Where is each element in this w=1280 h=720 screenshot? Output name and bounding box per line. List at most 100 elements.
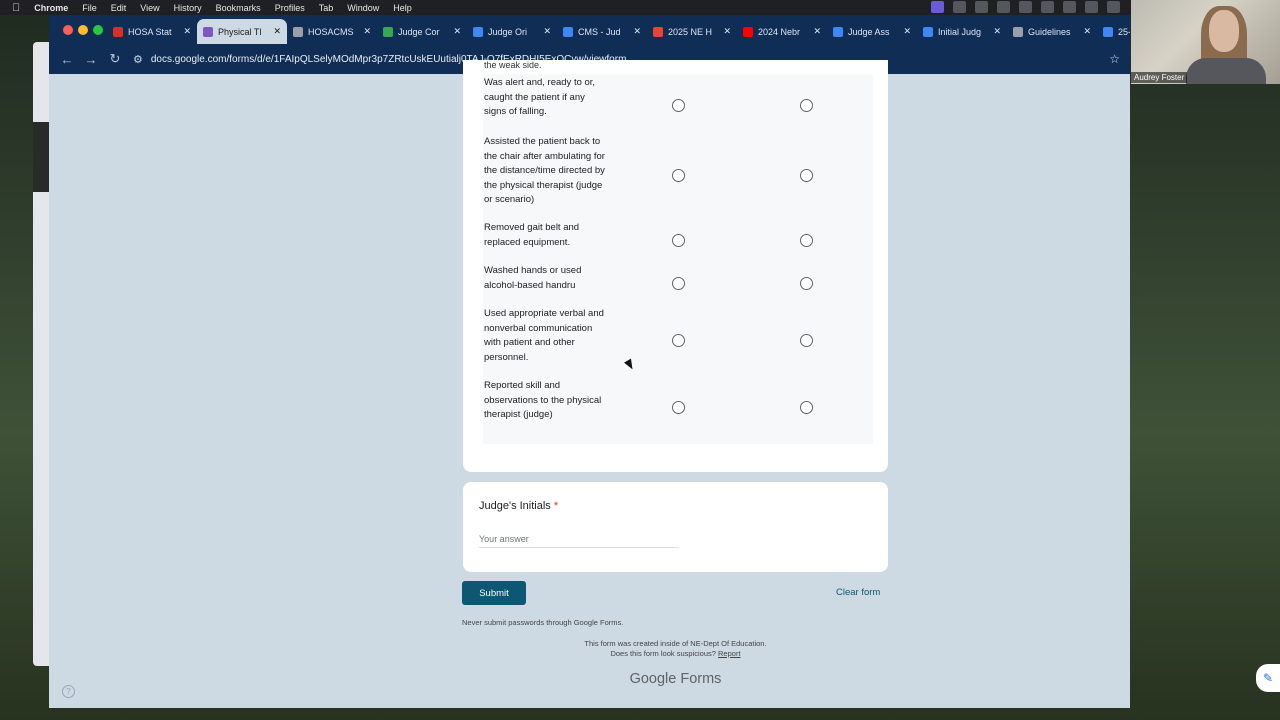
browser-tab[interactable]: Judge Cor ✕ bbox=[377, 19, 467, 44]
grid-row: Assisted the patient back to the chair a… bbox=[483, 133, 873, 219]
grid-radio-button-col2[interactable] bbox=[800, 334, 813, 347]
menu-file[interactable]: File bbox=[82, 3, 97, 13]
grid-row-label: Used appropriate verbal and nonverbal co… bbox=[484, 308, 604, 363]
menu-view[interactable]: View bbox=[140, 3, 159, 13]
status-app-icon[interactable] bbox=[1019, 1, 1032, 13]
browser-tab[interactable]: Initial Judg ✕ bbox=[917, 19, 1007, 44]
tab-close-icon[interactable]: ✕ bbox=[273, 26, 281, 37]
grid-radio-button-col1[interactable] bbox=[672, 334, 685, 347]
tab-favicon-icon bbox=[653, 26, 663, 37]
bookmark-star-icon[interactable]: ☆ bbox=[1109, 52, 1120, 66]
status-app-icon[interactable] bbox=[975, 1, 988, 13]
initials-question-title: Judge's Initials * bbox=[479, 500, 558, 512]
menu-tab[interactable]: Tab bbox=[319, 3, 334, 13]
status-app-icon[interactable] bbox=[997, 1, 1010, 13]
initials-question-card: Judge's Initials * bbox=[463, 482, 888, 572]
grid-radio-button-col1[interactable] bbox=[672, 169, 685, 182]
previous-item-fragment: the weak side. bbox=[484, 60, 542, 70]
tab-bar: HOSA Stat ✕ Physical Tl ✕ HOSACMS ✕ Judge Cor ✕… bbox=[49, 15, 1130, 44]
form-page: the weak side. Was alert and, ready to o… bbox=[49, 60, 1130, 708]
status-app-icon[interactable] bbox=[1063, 1, 1076, 13]
webcam-name-label: Audrey Foster bbox=[1131, 72, 1188, 83]
close-window-button[interactable] bbox=[63, 25, 73, 35]
menu-profiles[interactable]: Profiles bbox=[275, 3, 305, 13]
grid-radio-button-col1[interactable] bbox=[672, 276, 685, 290]
tab-favicon-icon bbox=[923, 26, 933, 37]
browser-tab[interactable]: 2024 Nebr ✕ bbox=[737, 19, 827, 44]
tab-close-icon[interactable]: ✕ bbox=[813, 26, 821, 37]
minimize-window-button[interactable] bbox=[78, 25, 88, 35]
grid-radio-button-col2[interactable] bbox=[800, 276, 813, 290]
tab-close-icon[interactable]: ✕ bbox=[363, 26, 371, 37]
browser-tab[interactable]: HOSACMS ✕ bbox=[287, 19, 377, 44]
grid-radio-button-col2[interactable] bbox=[800, 233, 813, 247]
report-link[interactable]: Report bbox=[718, 649, 741, 658]
forward-icon[interactable]: → bbox=[79, 52, 103, 67]
tab-favicon-icon bbox=[293, 26, 303, 37]
initials-question-label: Judge's Initials bbox=[479, 500, 551, 512]
browser-tab[interactable]: HOSA Stat ✕ bbox=[107, 19, 197, 44]
screen-share-icon[interactable] bbox=[931, 1, 944, 13]
radio-grid: Was alert and, ready to or, caught the p… bbox=[483, 74, 873, 444]
grid-row-label: Washed hands or used alcohol-based handr… bbox=[484, 265, 582, 291]
menu-bookmarks[interactable]: Bookmarks bbox=[216, 3, 261, 13]
status-app-icon[interactable] bbox=[953, 1, 966, 13]
grid-row: Washed hands or used alcohol-based handr… bbox=[483, 262, 873, 305]
menu-edit[interactable]: Edit bbox=[111, 3, 127, 13]
browser-tab[interactable]: 25-✕ bbox=[1097, 19, 1130, 44]
tab-label: HOSACMS bbox=[308, 26, 354, 37]
tab-close-icon[interactable]: ✕ bbox=[993, 26, 1001, 37]
tab-close-icon[interactable]: ✕ bbox=[1083, 26, 1091, 37]
tab-close-icon[interactable]: ✕ bbox=[633, 26, 641, 37]
menu-help[interactable]: Help bbox=[393, 3, 412, 13]
tab-close-icon[interactable]: ✕ bbox=[543, 26, 551, 37]
wifi-icon[interactable] bbox=[1107, 1, 1120, 13]
browser-tab[interactable]: 2025 NE H ✕ bbox=[647, 19, 737, 44]
clear-form-button[interactable]: Clear form bbox=[836, 587, 880, 598]
tab-label: Judge Ass bbox=[848, 26, 890, 37]
tab-close-icon[interactable]: ✕ bbox=[453, 26, 461, 37]
grid-row-label: Was alert and, ready to or, caught the p… bbox=[484, 77, 596, 118]
zoom-window-button[interactable] bbox=[93, 25, 103, 35]
tab-favicon-icon bbox=[1103, 26, 1113, 37]
browser-tab[interactable]: CMS - Jud ✕ bbox=[557, 19, 647, 44]
tab-label: CMS - Jud bbox=[578, 26, 621, 37]
tab-close-icon[interactable]: ✕ bbox=[723, 26, 731, 37]
menu-history[interactable]: History bbox=[174, 3, 202, 13]
reload-icon[interactable]: ↻ bbox=[103, 51, 127, 67]
grid-radio-button-col1[interactable] bbox=[672, 233, 685, 247]
menu-app-name[interactable]: Chrome bbox=[34, 3, 68, 13]
grid-row: Used appropriate verbal and nonverbal co… bbox=[483, 305, 873, 377]
browser-tab[interactable]: Judge Ass ✕ bbox=[827, 19, 917, 44]
tab-close-icon[interactable]: ✕ bbox=[903, 26, 911, 37]
menu-window[interactable]: Window bbox=[347, 3, 379, 13]
edit-pencil-icon[interactable]: ✎ bbox=[1256, 664, 1280, 692]
browser-tab[interactable]: Guidelines ✕ bbox=[1007, 19, 1097, 44]
tab-favicon-icon bbox=[743, 26, 753, 37]
tab-label: Physical Tl bbox=[218, 26, 262, 37]
grid-radio-button-col2[interactable] bbox=[800, 401, 813, 414]
tab-close-icon[interactable]: ✕ bbox=[183, 26, 191, 37]
suspicious-text: Does this form look suspicious? bbox=[610, 648, 716, 658]
status-app-icon[interactable] bbox=[1041, 1, 1054, 13]
initials-input[interactable] bbox=[479, 534, 679, 548]
tab-label: Initial Judg bbox=[938, 26, 982, 37]
browser-tab[interactable]: Judge Ori ✕ bbox=[467, 19, 557, 44]
grid-row: Removed gait belt and replaced equipment… bbox=[483, 219, 873, 262]
back-icon[interactable]: ← bbox=[55, 52, 79, 67]
apple-icon[interactable]:  bbox=[12, 2, 20, 14]
tab-label: 2025 NE H bbox=[668, 26, 713, 37]
required-asterisk: * bbox=[553, 500, 559, 512]
submit-button[interactable]: Submit bbox=[462, 581, 526, 605]
site-info-icon[interactable]: ⚙ bbox=[133, 53, 143, 66]
grid-radio-button-col1[interactable] bbox=[672, 98, 685, 112]
status-app-icon[interactable] bbox=[1085, 1, 1098, 13]
tab-strip: HOSA Stat ✕ Physical Tl ✕ HOSACMS ✕ Judge Cor ✕… bbox=[107, 19, 1130, 44]
help-icon[interactable]: ? bbox=[62, 685, 75, 698]
grid-row-label: Removed gait belt and replaced equipment… bbox=[484, 222, 580, 248]
window-controls bbox=[63, 25, 103, 35]
grid-radio-button-col1[interactable] bbox=[672, 401, 685, 414]
browser-tab[interactable]: Physical Tl ✕ bbox=[197, 19, 287, 44]
grid-radio-button-col2[interactable] bbox=[800, 169, 813, 182]
grid-radio-button-col2[interactable] bbox=[800, 98, 813, 112]
